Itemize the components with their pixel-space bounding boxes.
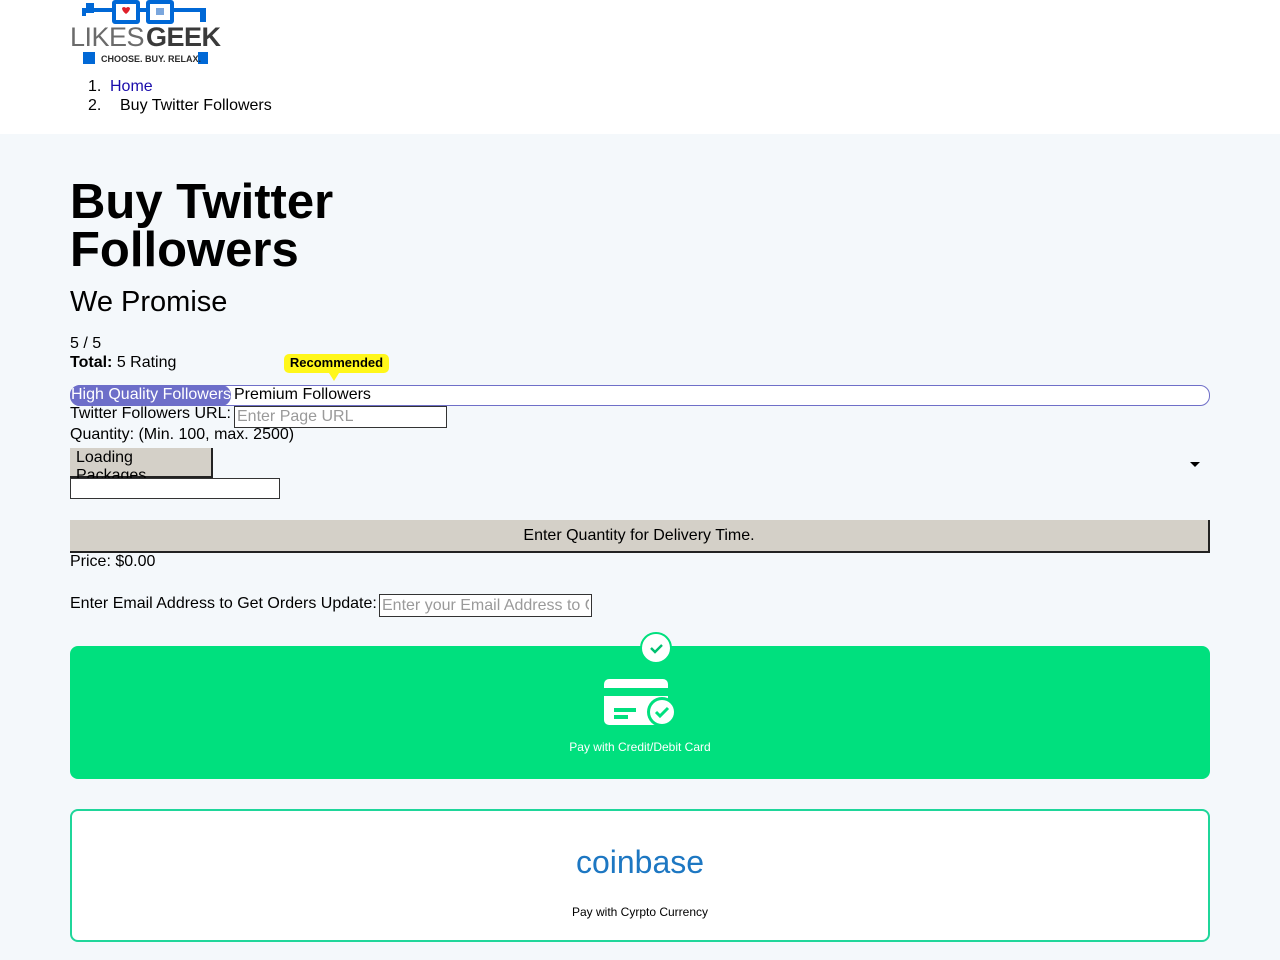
pay-with-crypto-label: Pay with Cyrpto Currency <box>571 905 709 919</box>
rating-score: 5 / 5 <box>70 335 102 352</box>
breadcrumb-number: 1. <box>88 78 102 95</box>
breadcrumb-current: Buy Twitter Followers <box>120 97 272 114</box>
breadcrumb-number: 2. <box>88 97 102 114</box>
credit-card-check-icon <box>604 679 676 726</box>
page-subtitle: We Promise <box>70 286 228 318</box>
svg-text:LIKES: LIKES <box>70 22 144 52</box>
email-label: Enter Email Address to Get Orders Update… <box>70 595 377 612</box>
site-header: LIKES GEEK CHOOSE. BUY. RELAX. 1. Home 2… <box>0 0 1280 134</box>
twitter-url-input[interactable] <box>234 406 447 428</box>
pay-with-card-option[interactable]: Pay with Credit/Debit Card <box>70 646 1210 779</box>
likesgeek-logo-icon: LIKES GEEK CHOOSE. BUY. RELAX. <box>70 0 222 64</box>
badge-arrow <box>329 373 339 381</box>
tab-high-quality-followers[interactable]: High Quality Followers <box>70 385 231 406</box>
rating-total-label: Total: <box>70 354 113 371</box>
quantity-input[interactable] <box>70 478 280 499</box>
pay-with-crypto-option[interactable]: coinbase Pay with Cyrpto Currency <box>70 809 1210 942</box>
breadcrumb-home-link[interactable]: Home <box>110 77 153 96</box>
recommended-badge: Recommended <box>284 354 389 373</box>
svg-text:GEEK: GEEK <box>146 22 222 52</box>
email-input[interactable] <box>379 594 592 617</box>
check-circle-icon <box>640 632 672 664</box>
coinbase-logo: coinbase <box>575 844 705 880</box>
brand-logo[interactable]: LIKES GEEK CHOOSE. BUY. RELAX. <box>70 0 222 66</box>
chevron-down-icon[interactable] <box>1190 462 1200 467</box>
price-label: Price: $0.00 <box>70 553 156 570</box>
pay-with-card-label: Pay with Credit/Debit Card <box>569 740 711 754</box>
quantity-label: Quantity: (Min. 100, max. 2500) <box>70 426 295 443</box>
delivery-time-button[interactable]: Enter Quantity for Delivery Time. <box>70 520 1210 553</box>
package-type-tabs: High Quality Followers Premium Followers <box>70 385 1210 406</box>
tab-premium-followers[interactable]: Premium Followers <box>234 385 371 405</box>
rating-total-value: 5 Rating <box>116 354 177 371</box>
url-label: Twitter Followers URL: <box>70 405 231 422</box>
rating-total: Total: 5 Rating <box>70 354 176 372</box>
package-select[interactable]: Loading Packages <box>70 448 1210 484</box>
loading-packages-button[interactable]: Loading Packages <box>70 448 213 484</box>
svg-text:CHOOSE. BUY. RELAX.: CHOOSE. BUY. RELAX. <box>101 54 201 64</box>
page-title: Buy Twitter Followers <box>70 175 334 277</box>
